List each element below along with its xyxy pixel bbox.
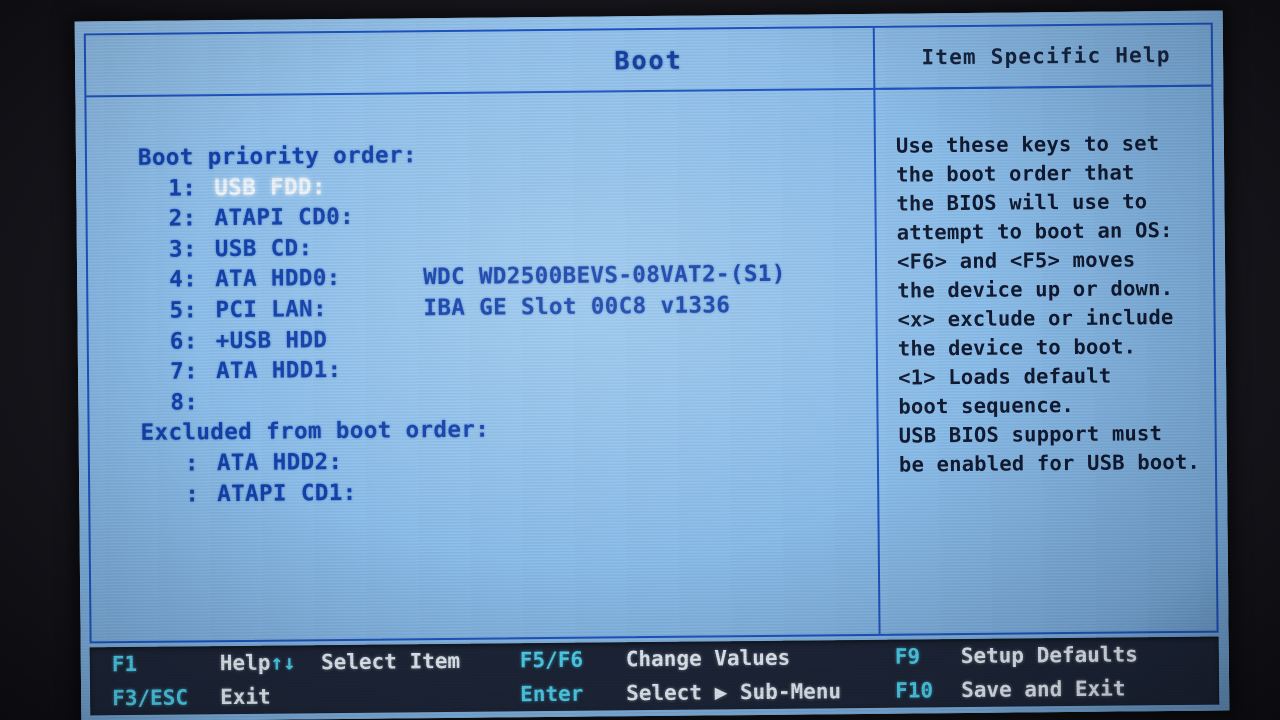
boot-priority-list: 1: USB FDD: 2: ATAPI CD0: 3: USB CD: 4: ATA HDD… [138, 167, 870, 419]
help-text-line: the BIOS will use to [896, 189, 1148, 216]
item-specific-help-panel: Item Specific Help Use these keys to set… [880, 24, 1217, 634]
help-text-line: Use these keys to set [895, 131, 1160, 158]
bios-setup-screen: Boot Boot priority order: 1: USB FDD: 2: AT… [74, 10, 1230, 720]
boot-priority-panel: Boot priority order: 1: USB FDD: 2: ATAPI C… [138, 136, 871, 510]
crt-screen: Boot Boot priority order: 1: USB FDD: 2: AT… [74, 10, 1230, 720]
boot-row-device: ATAPI CD1: [217, 479, 357, 507]
help-text-line: be enabled for USB boot. [898, 449, 1201, 477]
boot-row-index: 8: [170, 389, 199, 416]
boot-row-index: 3: [168, 236, 197, 263]
boot-row-detail: IBA GE Slot 00C8 v1336 [423, 292, 731, 322]
boot-row-device: USB FDD: [214, 173, 326, 201]
key-legend-right-column: F9 Setup Defaults F10 Save and Exit [895, 637, 1212, 708]
boot-row-index: 2: [168, 205, 197, 232]
page-title: Boot [614, 45, 683, 75]
boot-row-index: 6: [169, 327, 198, 355]
legend-key-enter[interactable]: Enter [520, 681, 626, 707]
help-text-line: attempt to boot an OS: [896, 217, 1173, 245]
boot-row-detail [424, 381, 870, 416]
boot-row-detail: WDC WD2500BEVS-08VAT2-(S1) [423, 261, 786, 291]
legend-label-select-item: Select Item [320, 648, 461, 675]
help-panel-title: Item Specific Help [880, 24, 1212, 90]
boot-row-device: ATA HDD1: [215, 357, 342, 385]
boot-row-device [216, 385, 424, 418]
boot-row-device: ATA HDD0: [215, 265, 341, 293]
boot-row-device: PCI LAN: [215, 296, 328, 324]
submenu-arrow-icon: ▶ [714, 680, 728, 705]
legend-key-f3-esc[interactable]: F3/ESC [112, 685, 220, 710]
help-text-line: the device up or down. [897, 275, 1174, 303]
photographed-monitor-frame: Boot Boot priority order: 1: USB FDD: 2: AT… [0, 0, 1280, 720]
help-text-line: the boot order that [896, 160, 1135, 187]
help-text-line: the device to boot. [897, 334, 1137, 361]
boot-row-detail [423, 228, 869, 263]
boot-row-device: ATAPI CD0: [214, 204, 355, 232]
help-text-line: <1> Loads default [898, 363, 1112, 390]
boot-row-detail [425, 442, 871, 477]
excluded-list: : ATA HDD2:: ATAPI CD1: [141, 442, 872, 510]
boot-row-device: ATA HDD2: [216, 448, 343, 477]
updown-arrow-icon: ↑↓ [270, 650, 296, 675]
boot-row-index: : [185, 480, 200, 508]
boot-row-device: USB CD: [214, 235, 313, 262]
help-text-line: boot sequence. [898, 392, 1075, 419]
boot-row-device: +USB HDD [215, 326, 328, 354]
legend-label-setup-defaults: Setup Defaults [960, 642, 1138, 669]
boot-row-detail [424, 350, 870, 385]
boot-row-index: 5: [169, 297, 198, 324]
screen-rotator: Boot Boot priority order: 1: USB FDD: 2: AT… [74, 10, 1230, 720]
legend-label-exit: Exit [220, 684, 271, 710]
boot-row-detail [422, 197, 868, 232]
legend-label-help: Help [219, 650, 271, 676]
legend-key-f9[interactable]: F9 [895, 644, 961, 668]
help-text-line: <x> exclude or include [897, 304, 1174, 332]
legend-key-f5-f6[interactable]: F5/F6 [520, 647, 626, 673]
legend-label-help-select: Help↑↓ Select Item [220, 648, 520, 675]
legend-label-select-item-spacer [296, 650, 322, 674]
boot-row-index: : [184, 450, 200, 477]
help-text-line: USB BIOS support must [898, 421, 1163, 448]
help-panel-body: Use these keys to set the boot order that… [896, 129, 1211, 480]
boot-row-detail [425, 472, 871, 507]
legend-key-f10[interactable]: F10 [895, 678, 961, 702]
boot-row-detail [422, 167, 868, 202]
help-text-line: <F6> and <F5> moves [896, 247, 1136, 274]
legend-key-f1[interactable]: F1 [112, 651, 220, 676]
boot-row-detail [424, 319, 870, 354]
boot-row-index: 4: [169, 266, 198, 294]
legend-submenu-suffix: Sub-Menu [727, 679, 842, 705]
legend-label-save-and-exit: Save and Exit [961, 676, 1126, 703]
boot-row-index: 1: [168, 174, 197, 202]
legend-submenu-prefix: Select [626, 680, 715, 706]
boot-row-index: 7: [170, 358, 199, 385]
